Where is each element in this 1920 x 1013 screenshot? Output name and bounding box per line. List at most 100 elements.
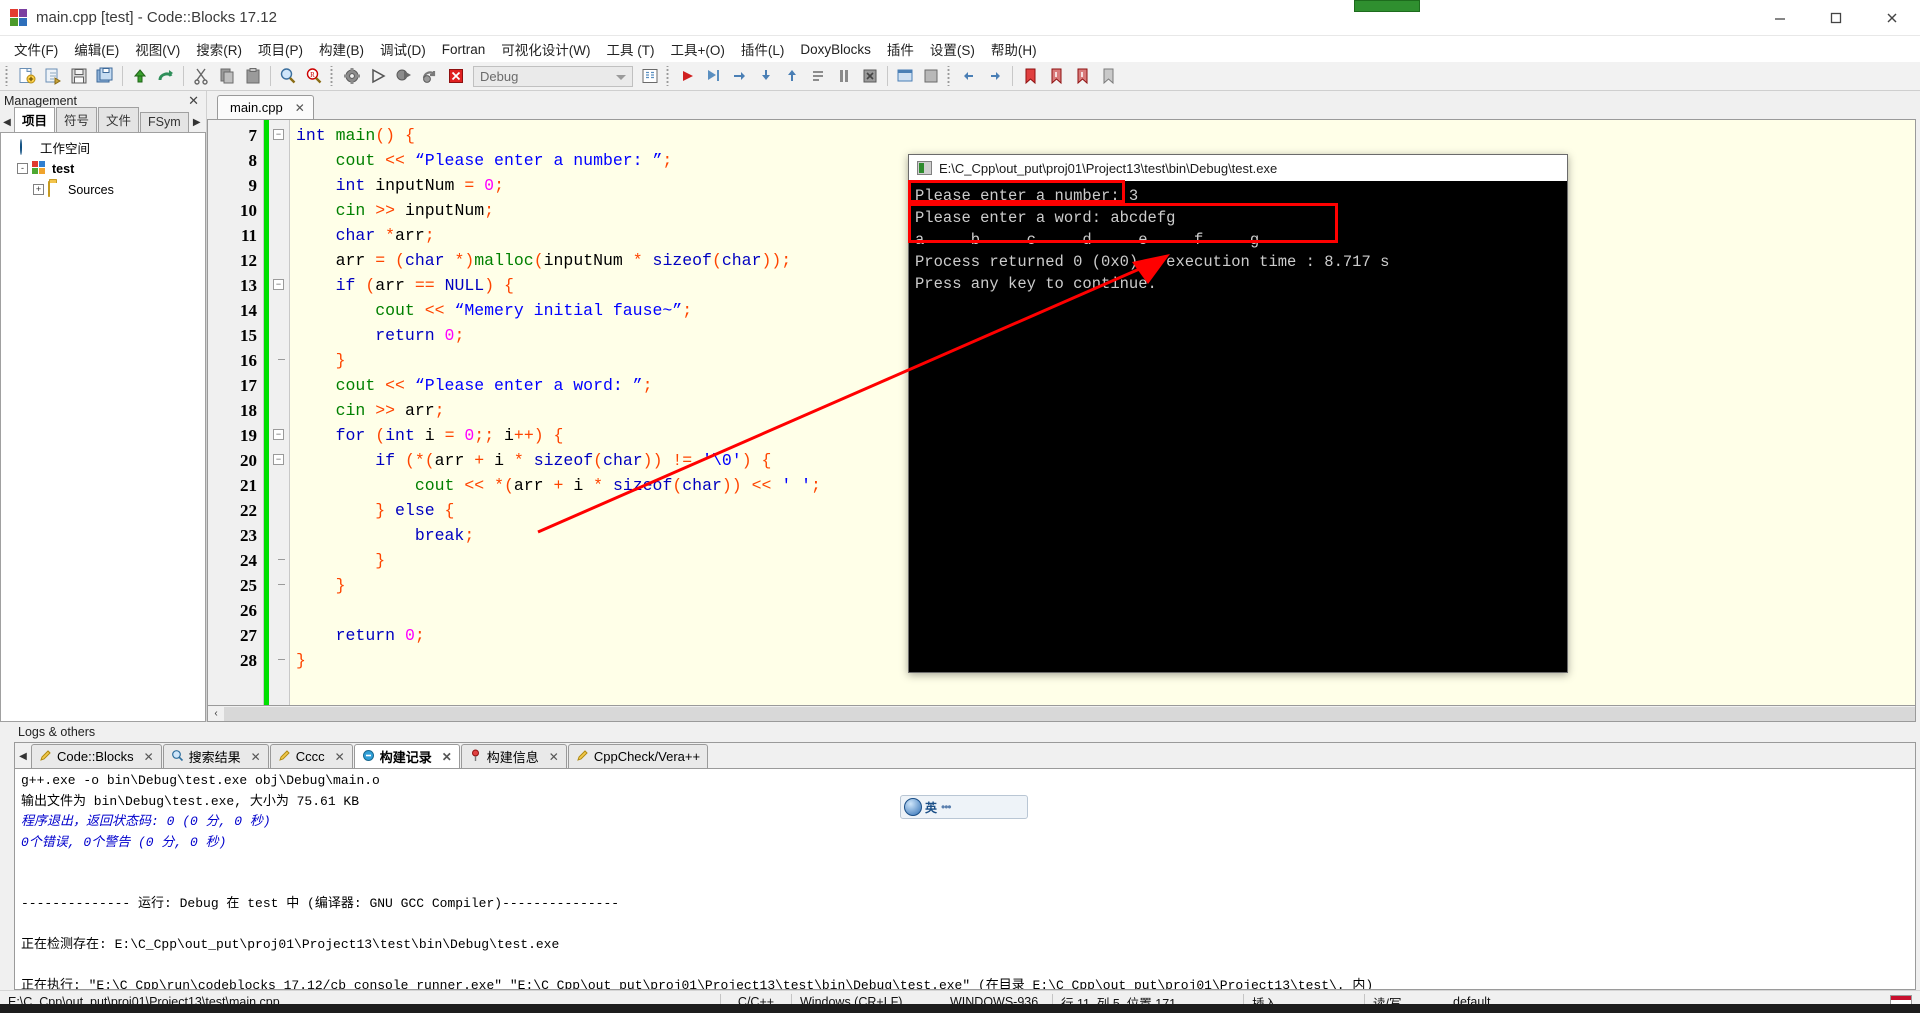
close-icon[interactable]: ✕ [549, 750, 559, 764]
forward-icon[interactable] [983, 64, 1007, 88]
log-tab-cppcheck[interactable]: CppCheck/Vera++ [567, 744, 709, 768]
toolbar-grip-3[interactable] [666, 66, 672, 86]
log-tabs-prev-icon[interactable]: ◀ [15, 744, 31, 768]
fold-toggle-icon[interactable]: − [273, 454, 284, 465]
log-tab-build-log[interactable]: 构建记录 ✕ [353, 744, 460, 768]
log-tab-codeblocks[interactable]: Code::Blocks ✕ [31, 744, 162, 768]
step-into-icon[interactable] [754, 64, 778, 88]
close-icon[interactable]: ✕ [442, 750, 452, 764]
ime-options-icon[interactable]: ••• [941, 800, 952, 814]
bookmark-toggle-icon[interactable] [1018, 64, 1042, 88]
menu-plugin2[interactable]: 插件 [879, 36, 922, 62]
next-line-icon[interactable] [728, 64, 752, 88]
bookmark-prev-icon[interactable] [1044, 64, 1068, 88]
paste-icon[interactable] [241, 64, 265, 88]
menu-build[interactable]: 构建(B) [311, 36, 372, 62]
save-icon[interactable] [67, 64, 91, 88]
maximize-button[interactable] [1808, 0, 1864, 36]
tree-node-workspace[interactable]: 工作空间 [3, 137, 203, 158]
scroll-track[interactable] [224, 706, 1915, 721]
tree-twist-expand[interactable]: + [33, 184, 44, 195]
build-target-options-icon[interactable] [638, 64, 662, 88]
fold-toggle-icon[interactable]: − [273, 129, 284, 140]
search-icon [171, 749, 184, 765]
step-out-icon[interactable] [780, 64, 804, 88]
toolbar-grip-4[interactable] [947, 66, 953, 86]
close-button[interactable] [1864, 0, 1920, 36]
ime-indicator[interactable]: 英 ••• [900, 795, 1028, 819]
menu-settings[interactable]: 设置(S) [922, 36, 983, 62]
cut-icon[interactable] [189, 64, 213, 88]
editor-tab-main-cpp[interactable]: main.cpp ✕ [217, 95, 314, 119]
debug-windows-icon[interactable] [893, 64, 917, 88]
close-icon[interactable]: ✕ [251, 750, 261, 764]
close-icon[interactable]: ✕ [188, 93, 202, 109]
redo-icon[interactable] [154, 64, 178, 88]
fold-toggle-icon[interactable]: − [273, 429, 284, 440]
tree-node-test[interactable]: - test [3, 158, 203, 179]
close-icon[interactable]: ✕ [335, 750, 345, 764]
close-icon[interactable]: ✕ [144, 750, 154, 764]
progress-indicator [1354, 0, 1420, 12]
editor-horizontal-scrollbar[interactable]: ‹ [207, 706, 1916, 722]
open-file-icon[interactable] [41, 64, 65, 88]
console-window[interactable]: E:\C_Cpp\out_put\proj01\Project13\test\b… [908, 154, 1568, 673]
find-icon[interactable] [276, 64, 300, 88]
menu-help[interactable]: 帮助(H) [983, 36, 1045, 62]
window-title: main.cpp [test] - Code::Blocks 17.12 [36, 9, 277, 26]
tree-node-sources[interactable]: + Sources [3, 179, 203, 200]
scroll-left-icon[interactable]: ‹ [208, 707, 224, 721]
project-tree[interactable]: 工作空间 - test + Sources [0, 133, 206, 722]
step-instruction-icon[interactable] [806, 64, 830, 88]
fold-toggle-icon[interactable]: − [273, 279, 284, 290]
menu-search[interactable]: 搜索(R) [188, 36, 250, 62]
menu-view[interactable]: 视图(V) [127, 36, 188, 62]
pause-icon[interactable] [832, 64, 856, 88]
fold-margin[interactable]: − − − − [264, 120, 290, 705]
menu-plugins[interactable]: 插件(L) [733, 36, 793, 62]
folder-icon [48, 180, 64, 198]
build-target-combo[interactable]: Debug [473, 65, 633, 87]
bookmark-clear-icon[interactable] [1096, 64, 1120, 88]
copy-icon[interactable] [215, 64, 239, 88]
run-icon[interactable] [366, 64, 390, 88]
bookmark-next-icon[interactable] [1070, 64, 1094, 88]
replace-icon[interactable]: R [302, 64, 326, 88]
undo-icon[interactable] [128, 64, 152, 88]
build-and-run-icon[interactable] [392, 64, 416, 88]
debug-run-to-cursor-icon[interactable] [702, 64, 726, 88]
build-icon[interactable] [340, 64, 364, 88]
menu-doxyblocks[interactable]: DoxyBlocks [792, 39, 879, 60]
menu-wxsmith[interactable]: 可视化设计(W) [493, 36, 598, 62]
menu-edit[interactable]: 编辑(E) [66, 36, 127, 62]
toolbar-grip[interactable] [5, 66, 11, 86]
menu-tools[interactable]: 工具 (T) [599, 36, 663, 62]
tabs-prev-icon[interactable]: ◀ [0, 112, 14, 132]
menu-project[interactable]: 项目(P) [250, 36, 311, 62]
new-file-icon[interactable] [15, 64, 39, 88]
menu-tools-plus[interactable]: 工具+(O) [663, 36, 733, 62]
log-tab-cccc[interactable]: Cccc ✕ [269, 744, 353, 768]
stop-debug-icon[interactable] [858, 64, 882, 88]
log-tab-build-messages[interactable]: 构建信息 ✕ [460, 744, 567, 768]
close-icon[interactable]: ✕ [295, 101, 305, 115]
rebuild-icon[interactable] [418, 64, 442, 88]
abort-icon[interactable] [444, 64, 468, 88]
menu-file[interactable]: 文件(F) [6, 36, 66, 62]
tab-symbols[interactable]: 符号 [56, 107, 98, 132]
log-tab-search-results[interactable]: 搜索结果 ✕ [162, 744, 269, 768]
tab-projects[interactable]: 项目 [14, 107, 56, 132]
toolbar-grip-2[interactable] [330, 66, 336, 86]
tab-files[interactable]: 文件 [98, 107, 140, 132]
tab-fsymbols[interactable]: FSym [140, 112, 189, 132]
back-icon[interactable] [957, 64, 981, 88]
save-all-icon[interactable] [93, 64, 117, 88]
debug-info-icon[interactable] [919, 64, 943, 88]
line-number: 13 [240, 276, 257, 295]
minimize-button[interactable] [1752, 0, 1808, 36]
tree-twist-collapse[interactable]: - [17, 163, 28, 174]
menu-fortran[interactable]: Fortran [434, 39, 494, 60]
tabs-next-icon[interactable]: ▶ [190, 112, 204, 132]
menu-debug[interactable]: 调试(D) [372, 36, 434, 62]
debug-icon[interactable] [676, 64, 700, 88]
